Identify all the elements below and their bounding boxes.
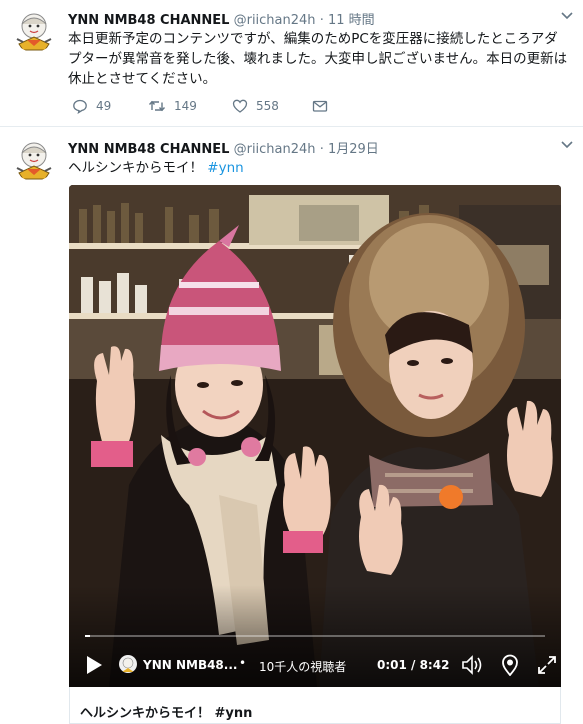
separator-dot: · [319,142,324,157]
tweet-header: YNN NMB48 CHANNEL @riichan24h · 11 時間 [68,9,375,28]
timestamp[interactable]: 1月29日 [328,142,379,157]
avatar[interactable] [11,135,57,181]
chevron-down-icon[interactable] [561,139,573,152]
like-count: 558 [256,99,279,113]
volume-icon [462,655,482,675]
volume-button[interactable] [461,655,483,678]
display-name[interactable]: YNN NMB48 CHANNEL [68,142,229,157]
video-controls: YNN NMB48... • 10千人の視聴者 0:01 / 8:42 [69,645,561,687]
retweet-icon [148,100,166,112]
progress-bar[interactable] [85,635,545,637]
tweet-header: YNN NMB48 CHANNEL @riichan24h · 1月29日 [68,138,379,157]
mascot-avatar [16,142,52,180]
video-player[interactable]: YNN NMB48... • 10千人の視聴者 0:01 / 8:42 [69,185,561,687]
tweet-text: ヘルシンキからモイ！ #ynn [68,158,568,178]
video-card[interactable]: ヘルシンキからモイ！ #ynn [69,687,561,724]
separator-dot: · [319,13,324,28]
avatar[interactable] [11,6,57,52]
envelope-icon [312,100,328,112]
channel-avatar[interactable] [119,655,137,673]
video-frame [69,185,561,687]
reply-count: 49 [96,99,112,113]
location-button[interactable] [501,654,519,679]
retweet-count: 149 [174,99,197,113]
retweet-button[interactable]: 149 [148,98,197,114]
tweet-text-body: ヘルシンキからモイ！ [68,160,203,176]
play-icon [87,656,102,674]
fullscreen-icon [538,656,556,674]
fullscreen-button[interactable] [537,655,557,678]
separator-dot: • [239,656,247,670]
reply-button[interactable]: 49 [72,98,111,114]
hashtag-link[interactable]: #ynn [207,160,243,176]
mascot-avatar [122,657,134,672]
location-pin-icon [502,654,518,677]
timestamp[interactable]: 11 時間 [328,13,375,28]
mascot-avatar [16,13,52,51]
like-button[interactable]: 558 [232,98,279,114]
chevron-down-icon[interactable] [561,10,573,23]
tweet-2[interactable]: YNN NMB48 CHANNEL @riichan24h · 1月29日 ヘル… [0,127,583,724]
play-button[interactable] [85,655,103,678]
user-handle[interactable]: @riichan24h [234,13,316,28]
reply-icon [73,99,87,114]
tweet-1[interactable]: YNN NMB48 CHANNEL @riichan24h · 11 時間 本日… [0,0,583,127]
dm-button[interactable] [312,98,328,114]
tweet-actions: 49 149 558 [72,98,352,118]
tweet-text: 本日更新予定のコンテンツですが、編集のためPCを変圧器に接続したところアダプター… [68,31,568,87]
heart-icon [232,99,248,113]
display-name[interactable]: YNN NMB48 CHANNEL [68,13,229,28]
viewer-count: 10千人の視聴者 [259,660,347,674]
card-title[interactable]: ヘルシンキからモイ！ #ynn [80,702,252,721]
timecode: 0:01 / 8:42 [377,658,450,672]
channel-name[interactable]: YNN NMB48... [143,658,237,672]
progress-fill [85,635,90,637]
user-handle[interactable]: @riichan24h [234,142,316,157]
